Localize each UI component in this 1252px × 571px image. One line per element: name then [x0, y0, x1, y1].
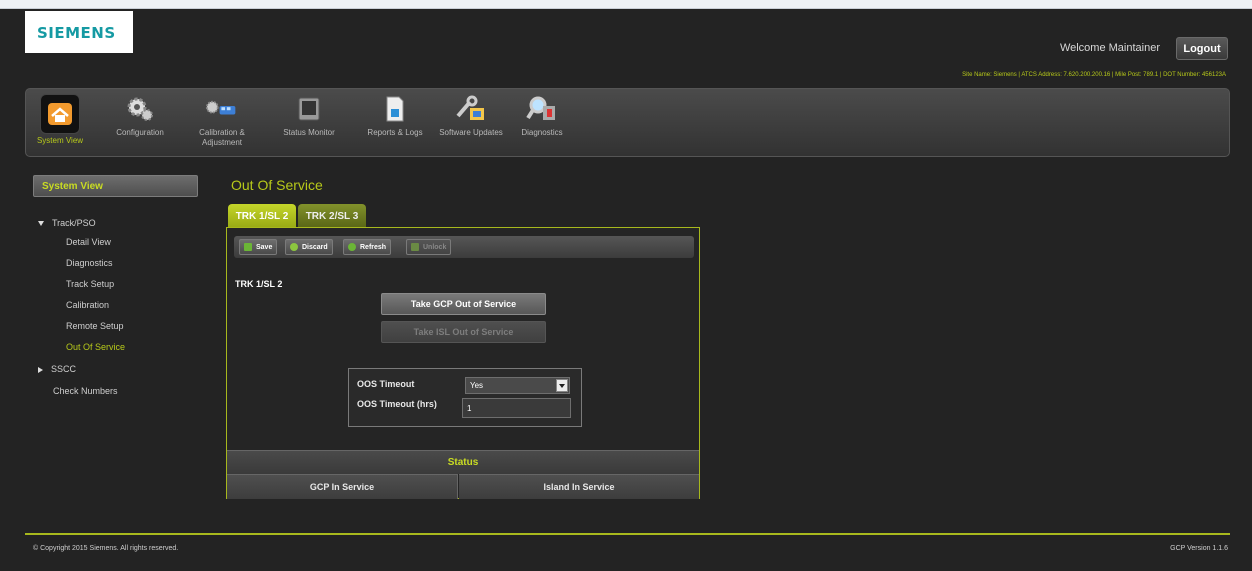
house-icon	[40, 94, 80, 134]
welcome-text: Welcome Maintainer	[1059, 42, 1160, 54]
software-update-icon	[454, 94, 488, 124]
footer-divider	[25, 533, 1230, 535]
oos-panel: Save Discard Refresh Unlock TRK 1/SL 2 T…	[226, 227, 700, 499]
report-icon	[378, 94, 412, 124]
toolbar-label: Diagnostics	[521, 128, 563, 137]
unlock-icon	[411, 243, 419, 251]
toolbar-software-updates[interactable]: Software Updates	[439, 94, 503, 138]
oos-timeout-selected: Yes	[470, 381, 484, 390]
toolbar-label: Calibration & Adjustment	[199, 128, 245, 147]
toolbar-label: Software Updates	[439, 128, 503, 137]
sidebar-group-label: SSCC	[51, 364, 77, 374]
monitor-icon	[292, 94, 326, 124]
save-button[interactable]: Save	[239, 239, 278, 255]
sidebar-item-diagnostics[interactable]: Diagnostics	[66, 258, 113, 268]
refresh-icon	[348, 243, 356, 251]
toolbar-system-view[interactable]: System View	[28, 94, 92, 146]
sidebar-heading[interactable]: System View	[33, 175, 198, 197]
chevron-down-icon[interactable]	[556, 379, 568, 392]
diagnostics-magnifier-icon	[525, 94, 559, 124]
action-bar: Save Discard Refresh Unlock	[234, 236, 694, 258]
train-calibration-icon	[205, 94, 239, 124]
toolbar-calibration[interactable]: Calibration & Adjustment	[190, 94, 254, 148]
oos-timeout-box: OOS Timeout Yes OOS Timeout (hrs) 1	[348, 368, 582, 427]
sidebar-item-out-of-service[interactable]: Out Of Service	[66, 342, 125, 352]
tab-trk1-sl2[interactable]: TRK 1/SL 2	[228, 204, 296, 228]
sidebar-item-detail-view[interactable]: Detail View	[66, 237, 111, 247]
oos-timeout-hrs-label: OOS Timeout (hrs)	[357, 399, 437, 409]
toolbar-label: Configuration	[116, 128, 164, 137]
discard-button[interactable]: Discard	[285, 239, 333, 255]
refresh-button[interactable]: Refresh	[343, 239, 392, 255]
sidebar-item-remote-setup[interactable]: Remote Setup	[66, 321, 124, 331]
toolbar-status-monitor[interactable]: Status Monitor	[277, 94, 341, 138]
island-status: Island In Service	[459, 474, 699, 499]
logo-underline	[25, 53, 133, 56]
toolbar-label: Status Monitor	[283, 128, 335, 137]
toolbar-configuration[interactable]: Configuration	[108, 94, 172, 138]
save-label: Save	[256, 243, 273, 251]
sidebar-group-label: Track/PSO	[52, 218, 96, 228]
logo-text: SIEMENS	[37, 24, 116, 42]
unlock-button[interactable]: Unlock	[406, 239, 452, 255]
version-text: GCP Version 1.1.6	[1170, 545, 1228, 552]
expand-down-icon	[38, 221, 44, 227]
take-isl-out-of-service-button[interactable]: Take ISL Out of Service	[381, 321, 546, 343]
logout-button[interactable]: Logout	[1176, 37, 1228, 60]
siemens-logo: SIEMENS	[25, 11, 133, 56]
oos-timeout-label: OOS Timeout	[357, 379, 415, 389]
oos-timeout-hrs-input[interactable]: 1	[462, 398, 571, 418]
refresh-label: Refresh	[360, 243, 387, 251]
tab-trk2-sl3[interactable]: TRK 2/SL 3	[298, 204, 366, 228]
toolbar-reports-logs[interactable]: Reports & Logs	[363, 94, 427, 138]
main-toolbar: System View Configuration Calibration & …	[25, 88, 1230, 157]
expand-right-icon	[38, 366, 43, 373]
gcp-status: GCP In Service	[227, 474, 458, 499]
toolbar-diagnostics[interactable]: Diagnostics	[510, 94, 574, 138]
toolbar-label: System View	[36, 136, 84, 145]
save-icon	[244, 243, 252, 251]
sidebar-item-check-numbers[interactable]: Check Numbers	[53, 386, 118, 396]
toolbar-label: Reports & Logs	[367, 128, 423, 137]
sidebar-group-sscc[interactable]: SSCC	[38, 364, 76, 374]
page-title: Out Of Service	[231, 177, 323, 193]
unlock-label: Unlock	[423, 243, 447, 251]
browser-top-strip	[0, 0, 1252, 9]
sidebar-item-calibration[interactable]: Calibration	[66, 300, 109, 310]
oos-timeout-select[interactable]: Yes	[465, 377, 570, 394]
track-label: TRK 1/SL 2	[235, 279, 283, 289]
take-gcp-out-of-service-button[interactable]: Take GCP Out of Service	[381, 293, 546, 315]
discard-icon	[290, 243, 298, 251]
copyright-text: © Copyright 2015 Siemens. All rights res…	[33, 545, 179, 552]
status-heading: Status	[227, 450, 699, 474]
discard-label: Discard	[302, 243, 328, 251]
gears-icon	[123, 94, 157, 124]
site-info: Site Name: Siemens | ATCS Address: 7.620…	[962, 72, 1226, 78]
sidebar-group-track-pso[interactable]: Track/PSO	[38, 218, 96, 228]
sidebar-item-track-setup[interactable]: Track Setup	[66, 279, 114, 289]
